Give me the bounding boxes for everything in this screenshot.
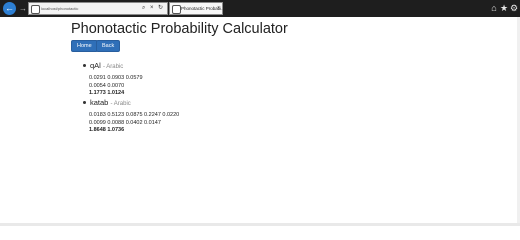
browser-toolbar: ← → localhost/phonotactic ⌕ × ↻ Phonotac… bbox=[0, 0, 520, 17]
back-button[interactable]: Back bbox=[96, 40, 121, 52]
probability-line: 0.0183 0.5123 0.0875 0.2247 0.0220 bbox=[89, 112, 180, 118]
settings-gear-icon[interactable]: ⚙ bbox=[509, 3, 519, 13]
probability-totals: 1.8648 1.0736 bbox=[89, 127, 125, 133]
probability-line: 0.0054 0.0070 bbox=[89, 82, 125, 89]
refresh-icon[interactable]: ↻ bbox=[158, 3, 163, 14]
page-icon bbox=[31, 5, 40, 14]
probability-totals: 1.1773 1.0124 bbox=[89, 90, 125, 96]
page-title: Phonotactic Probability Calculator bbox=[71, 21, 288, 37]
tab-close-icon[interactable]: × bbox=[217, 3, 220, 14]
bullet-icon bbox=[83, 100, 86, 104]
address-close-icon[interactable]: × bbox=[150, 3, 154, 14]
result-word: katab bbox=[90, 98, 109, 107]
result-word: qAl bbox=[90, 61, 101, 70]
forward-arrow-icon[interactable]: → bbox=[18, 3, 28, 14]
tab-page-icon bbox=[172, 5, 181, 14]
address-bar[interactable]: localhost/phonotactic ⌕ × ↻ bbox=[28, 2, 168, 15]
home-button[interactable]: Home bbox=[71, 40, 98, 52]
browser-tab[interactable]: Phonotactic Probabi... × bbox=[169, 2, 225, 15]
search-icon[interactable]: ⌕ bbox=[142, 3, 145, 14]
favorites-star-icon[interactable]: ★ bbox=[499, 3, 509, 13]
bullet-icon bbox=[83, 63, 86, 67]
back-arrow-icon[interactable]: ← bbox=[3, 2, 16, 15]
result-language: - Arabic bbox=[102, 64, 124, 70]
result-entry: katab - Arabic 0.0183 0.5123 0.0875 0.22… bbox=[83, 98, 179, 135]
address-url[interactable]: localhost/phonotactic bbox=[41, 3, 78, 14]
window-bottom-border bbox=[0, 223, 520, 226]
result-heading: katab - Arabic bbox=[83, 98, 179, 109]
result-language: - Arabic bbox=[110, 101, 131, 107]
probability-line: 0.0099 0.0088 0.0402 0.0147 bbox=[89, 119, 161, 126]
result-entry: qAl - Arabic 0.0291 0.0903 0.0579 0.0054… bbox=[83, 61, 143, 98]
home-icon[interactable]: ⌂ bbox=[489, 3, 499, 13]
result-heading: qAl - Arabic bbox=[83, 61, 143, 72]
probability-line: 0.0291 0.0903 0.0579 bbox=[89, 75, 143, 81]
